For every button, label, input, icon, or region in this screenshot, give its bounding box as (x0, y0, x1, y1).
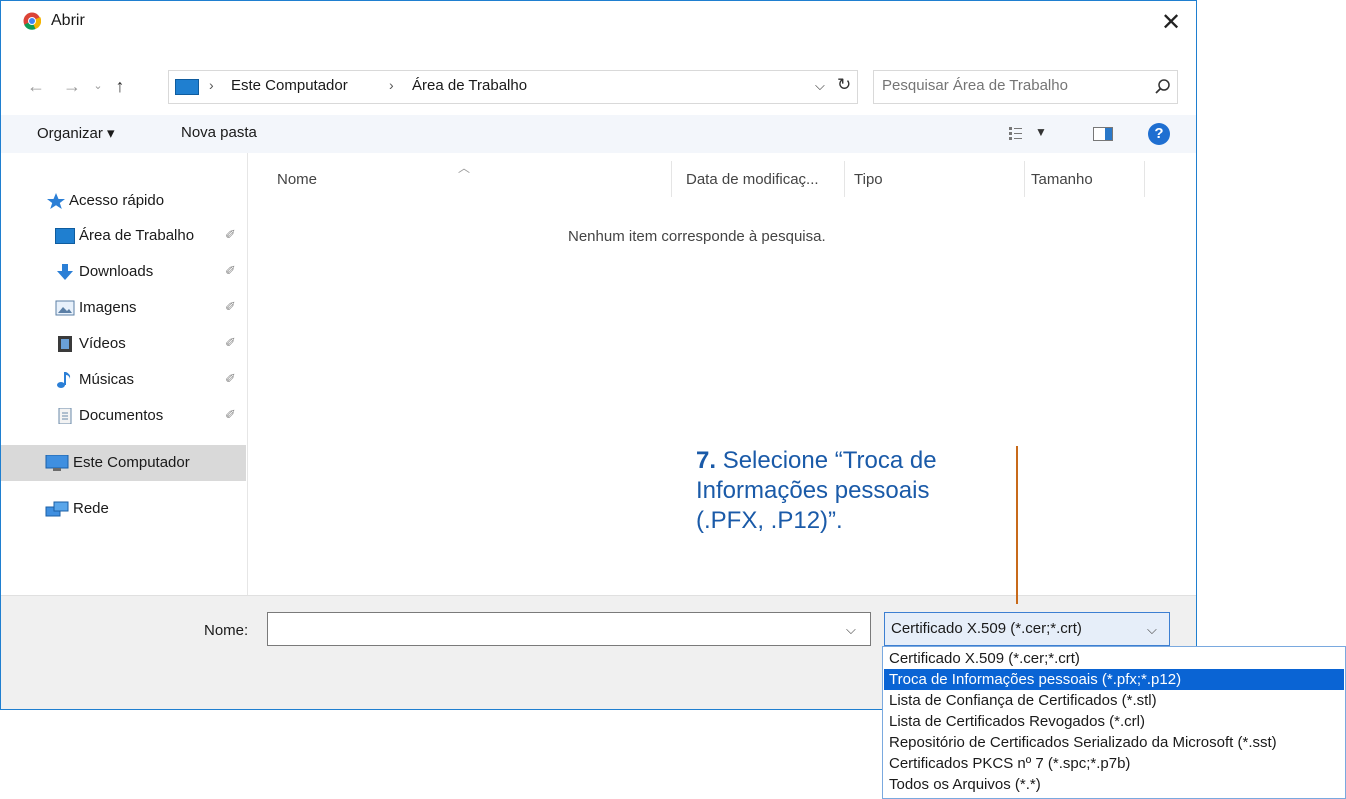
close-button[interactable]: ✕ (1151, 5, 1191, 39)
computer-icon (175, 79, 199, 95)
refresh-icon[interactable]: ↻ (837, 75, 851, 95)
window-title: Abrir (51, 12, 85, 29)
caret-down-icon[interactable]: ▼ (1035, 125, 1047, 139)
back-button[interactable]: ← (25, 73, 47, 99)
column-header-tipo[interactable]: Tipo (854, 171, 883, 188)
filetype-option[interactable]: Lista de Certificados Revogados (*.crl) (884, 711, 1344, 732)
pictures-icon (55, 300, 75, 316)
pin-icon: ✐ (225, 407, 236, 422)
star-icon (47, 193, 65, 209)
filename-label: Nome: (204, 622, 249, 639)
videos-icon (58, 336, 72, 352)
sidebar-item-documentos[interactable]: Documentos ✐ (1, 399, 246, 433)
sidebar-item-label: Imagens (79, 299, 137, 316)
sidebar-item-label: Músicas (79, 371, 135, 388)
pin-icon: ✐ (225, 335, 236, 350)
annotation-step-number: 7. (696, 447, 717, 474)
column-divider[interactable] (1144, 161, 1145, 197)
sidebar-item-label: Acesso rápido (69, 192, 165, 209)
sidebar-item-videos[interactable]: Vídeos ✐ (1, 327, 246, 361)
filetype-option[interactable]: Certificado X.509 (*.cer;*.crt) (884, 648, 1344, 669)
breadcrumb-separator: › (209, 77, 214, 93)
recent-locations-button[interactable]: ⌄ (87, 73, 109, 99)
pin-icon: ✐ (225, 227, 236, 242)
desktop-icon (55, 228, 75, 244)
arrow-up-icon: ↑ (115, 76, 125, 96)
column-divider[interactable] (671, 161, 672, 197)
filetype-option[interactable]: Todos os Arquivos (*.*) (884, 774, 1344, 795)
network-icon (45, 501, 69, 517)
close-icon: ✕ (1160, 8, 1182, 36)
filetype-dropdown-list: Certificado X.509 (*.cer;*.crt) Troca de… (882, 646, 1346, 799)
sidebar-item-label: Área de Trabalho (79, 227, 195, 244)
filetype-option-highlighted[interactable]: Troca de Informações pessoais (*.pfx;*.p… (884, 669, 1344, 690)
filetype-selected-value: Certificado X.509 (*.cer;*.crt) (891, 620, 1082, 637)
breadcrumb-area-de-trabalho[interactable]: Área de Trabalho (412, 77, 527, 94)
filetype-option[interactable]: Certificados PKCS nº 7 (*.spc;*.p7b) (884, 753, 1344, 774)
filename-combobox[interactable]: ⌵ (267, 612, 871, 646)
sidebar-item-acesso-rapido[interactable]: Acesso rápido (1, 184, 246, 218)
address-bar[interactable]: › Este Computador › Área de Trabalho ⌵ ↻ (168, 70, 858, 104)
navigation-pane: Acesso rápido Área de Trabalho ✐ Downloa… (1, 153, 248, 595)
sidebar-item-label: Rede (73, 500, 109, 517)
annotation-text: Selecione “Troca de Informações pessoais… (696, 447, 937, 534)
sidebar-item-label: Documentos (79, 407, 164, 424)
filetype-option[interactable]: Repositório de Certificados Serializado … (884, 732, 1344, 753)
pin-icon: ✐ (225, 371, 236, 386)
column-divider[interactable] (1024, 161, 1025, 197)
breadcrumb-este-computador[interactable]: Este Computador (231, 77, 348, 94)
sidebar-item-musicas[interactable]: Músicas ✐ (1, 363, 246, 397)
organize-button[interactable]: Organizar ▾ (37, 124, 115, 142)
empty-results-message: Nenhum item corresponde à pesquisa. (568, 228, 826, 245)
sort-ascending-icon: ︿ (458, 161, 471, 175)
chevron-down-icon[interactable]: ⌵ (846, 622, 856, 638)
pin-icon: ✐ (225, 299, 236, 314)
filetype-option[interactable]: Lista de Confiança de Certificados (*.st… (884, 690, 1344, 711)
computer-icon (45, 455, 69, 471)
sidebar-item-label: Vídeos (79, 335, 126, 352)
arrow-left-icon: ← (27, 76, 45, 96)
sidebar-item-este-computador[interactable]: Este Computador (1, 445, 246, 481)
view-options-icon[interactable] (1008, 125, 1024, 141)
forward-button[interactable]: → (61, 73, 83, 99)
arrow-right-icon: → (63, 76, 81, 96)
up-button[interactable]: ↑ (109, 73, 131, 99)
title-bar: Abrir ✕ (1, 1, 1196, 43)
sidebar-item-area-de-trabalho[interactable]: Área de Trabalho ✐ (1, 219, 246, 253)
chevron-down-icon[interactable]: ⌵ (815, 78, 825, 94)
new-folder-button[interactable]: Nova pasta (181, 124, 257, 141)
column-header-data[interactable]: Data de modificaç... (686, 171, 819, 188)
breadcrumb-separator: › (389, 77, 394, 93)
column-divider[interactable] (844, 161, 845, 197)
column-header-tamanho[interactable]: Tamanho (1031, 171, 1093, 188)
download-icon (57, 264, 73, 280)
pin-icon: ✐ (225, 263, 236, 278)
column-header-nome[interactable]: Nome (277, 171, 317, 188)
search-input[interactable] (882, 77, 1142, 94)
chrome-icon (23, 12, 41, 30)
help-icon[interactable]: ? (1148, 123, 1170, 145)
chevron-down-icon[interactable]: ⌵ (1147, 622, 1157, 638)
chevron-down-icon: ⌄ (93, 80, 103, 92)
sidebar-item-downloads[interactable]: Downloads ✐ (1, 255, 246, 289)
documents-icon (58, 408, 72, 424)
instruction-annotation: 7. Selecione “Troca de Informações pesso… (696, 446, 1001, 536)
toolbar: Organizar ▾ Nova pasta ▼ ? (1, 115, 1196, 153)
search-box[interactable] (873, 70, 1178, 104)
preview-pane-icon[interactable] (1093, 127, 1113, 141)
sidebar-item-label: Este Computador (73, 454, 190, 471)
sidebar-item-imagens[interactable]: Imagens ✐ (1, 291, 246, 325)
search-icon[interactable] (1152, 76, 1174, 98)
sidebar-item-rede[interactable]: Rede (1, 492, 246, 526)
annotation-pointer-line (1016, 446, 1018, 604)
sidebar-item-label: Downloads (79, 263, 154, 280)
music-icon (57, 372, 71, 388)
filetype-select[interactable]: Certificado X.509 (*.cer;*.crt) ⌵ (884, 612, 1170, 646)
